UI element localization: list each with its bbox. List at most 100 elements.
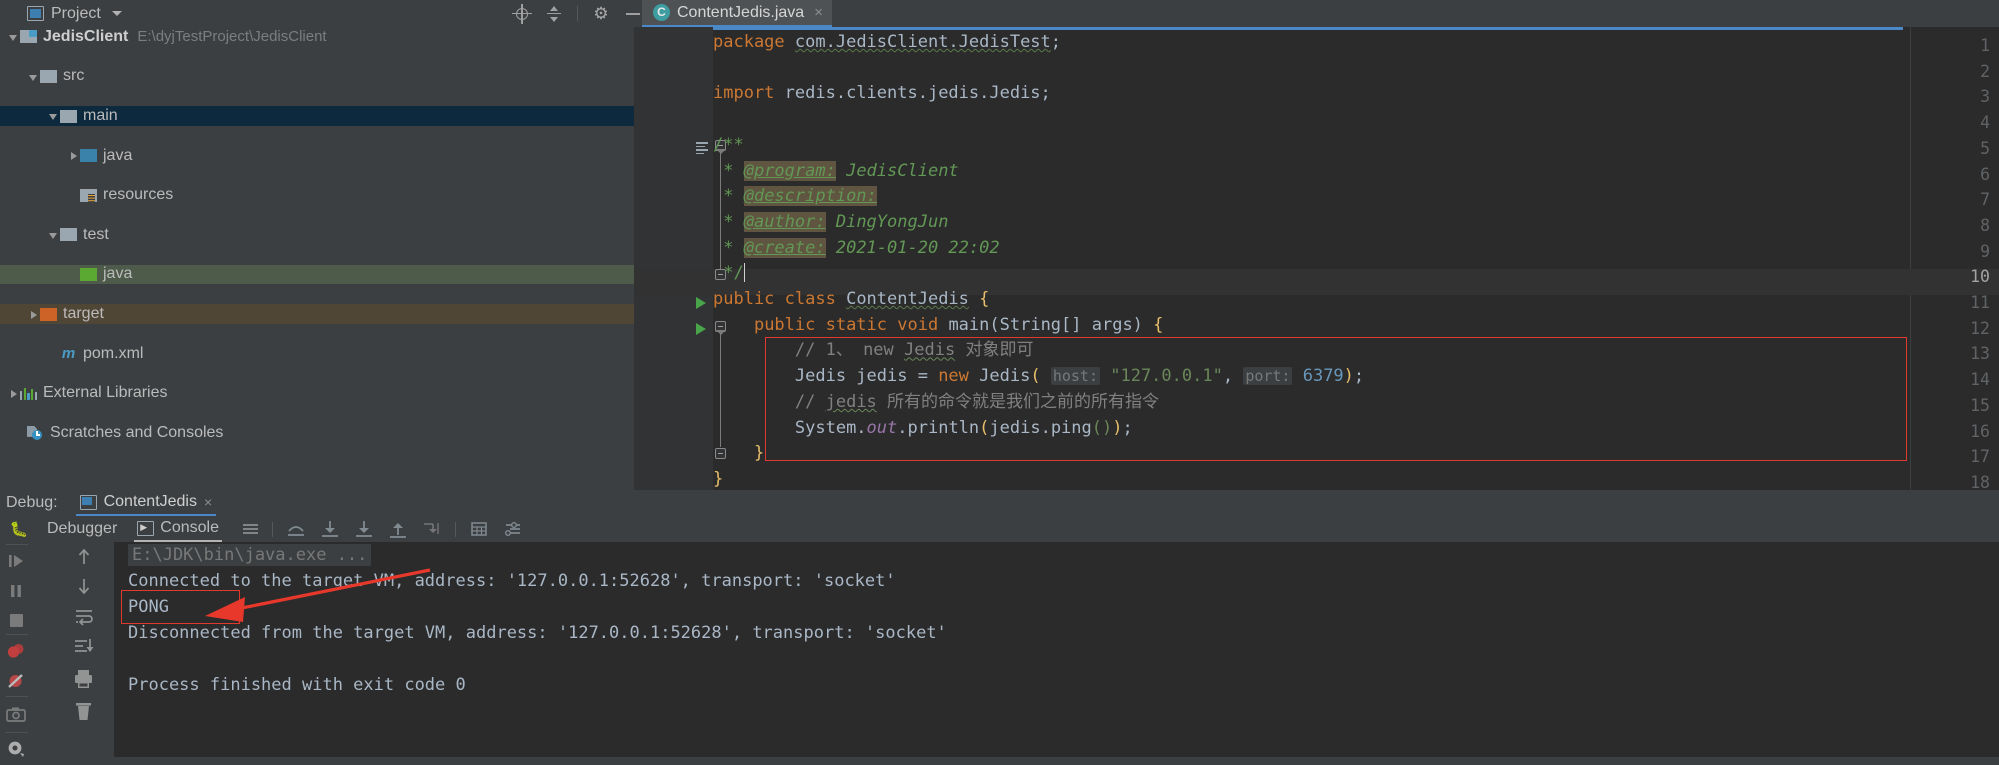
expand-arrow-icon[interactable] [47,110,60,123]
code-line-3[interactable]: import redis.clients.jedis.Jedis; [713,81,1051,107]
tree-item-test[interactable]: test [0,225,634,245]
hide-icon[interactable] [624,5,642,23]
step-into-icon[interactable] [353,519,375,539]
code-line-5[interactable]: /** [713,133,744,159]
scroll-to-end-icon[interactable] [72,636,98,658]
project-panel-title-group[interactable]: Project [27,5,122,23]
soft-wrap-icon[interactable] [72,606,98,628]
expand-arrow-icon[interactable] [7,30,20,43]
tree-item-label: target [63,305,104,323]
run-main-method-icon[interactable] [696,323,706,335]
tree-item-test-java[interactable]: java [0,264,634,285]
tab-debugger[interactable]: Debugger [44,516,120,542]
code-line-9[interactable]: * @create: 2021-01-20 22:02 [713,236,1000,262]
scroll-down-icon[interactable] [72,575,98,597]
code-line-15[interactable]: // jedis 所有的命令就是我们之前的所有指令 [713,390,1159,416]
line-number: 4 [1980,113,1990,133]
tree-item-external-libraries[interactable]: External Libraries [0,383,634,403]
collapse-arrow-icon[interactable] [7,387,20,400]
code-line-18[interactable]: } [713,467,723,493]
tree-item-pom-xml[interactable]: m pom.xml [0,344,634,364]
scroll-up-icon[interactable] [72,546,98,568]
step-out-icon[interactable] [285,519,307,539]
run-to-cursor-icon[interactable] [421,519,443,539]
pause-program-icon[interactable] [4,580,30,602]
right-margin-guide [1910,27,1911,490]
code-line-17[interactable]: } [713,441,764,467]
console-icon [137,520,155,536]
mute-breakpoints-icon[interactable] [4,670,30,692]
toolbar-divider [6,732,28,733]
evaluate-icon[interactable] [468,519,490,539]
folder-gray-icon [60,109,77,123]
menu-icon[interactable] [240,519,262,539]
run-class-icon[interactable] [696,297,706,309]
stop-icon[interactable] [4,610,30,632]
javadoc-gutter-icon[interactable] [696,142,710,155]
collapse-arrow-icon[interactable] [27,308,40,321]
force-step-into-icon[interactable] [387,519,409,539]
tree-item-scratches-and-consoles[interactable]: Scratches and Consoles [0,423,634,443]
line-number: 16 [1970,421,1990,441]
settings-list-icon[interactable] [502,519,524,539]
line-number: 3 [1980,87,1990,107]
code-line-1[interactable]: package com.JedisClient.JedisTest; [713,30,1061,56]
no-arrow-spacer [47,347,60,360]
resume-program-icon[interactable] [4,550,30,572]
code-line-8[interactable]: * @author: DingYongJun [713,210,948,236]
settings-gear-icon[interactable]: ⚙ [592,4,610,23]
line-number: 11 [1970,293,1990,312]
view-breakpoints-icon[interactable] [4,640,30,662]
line-number: 9 [1980,241,1990,261]
tab-console[interactable]: Console [134,516,222,542]
close-icon[interactable]: × [814,4,823,21]
code-line-13[interactable]: // 1、 new Jedis 对象即可 [713,338,1034,364]
code-line-16[interactable]: System.out.println(jedis.ping()); [713,416,1133,442]
code-line-11[interactable]: public class ContentJedis { [713,287,989,313]
step-over-icon[interactable] [319,519,341,539]
camera-icon[interactable] [4,704,30,726]
tree-item-label: resources [103,186,174,204]
close-icon[interactable]: × [204,494,212,510]
code-line-14[interactable]: Jedis jedis = new Jedis( host: "127.0.0.… [713,364,1364,390]
collapse-all-icon[interactable] [545,5,563,23]
code-line-7[interactable]: * @description: [713,184,877,210]
no-arrow-spacer [67,189,80,202]
debug-session-tab[interactable]: ContentJedis × [75,490,217,516]
debug-label: Debug: [6,494,58,511]
code-line-10[interactable]: */ [713,261,746,287]
tree-item-jedisclient[interactable]: JedisClient E:\dyjTestProject\JedisClien… [0,27,634,47]
chevron-down-icon[interactable] [111,11,122,16]
folder-test-green-icon [80,267,97,281]
debug-left-toolbar-col1 [0,542,58,757]
clear-all-icon[interactable] [72,700,98,722]
console-output[interactable]: E:\JDK\bin\java.exe ... Connected to the… [114,542,1999,757]
scratches-icon [27,426,44,440]
project-panel-title: Project [51,4,101,22]
tree-item-label: src [63,67,85,85]
top-bar: Project ⚙ C ContentJedis.java × [0,0,1999,27]
tree-item-resources[interactable]: resources [0,185,634,205]
libraries-icon [20,387,37,400]
locate-icon[interactable] [512,3,532,24]
tree-item-target[interactable]: target [0,304,634,324]
fold-gutter[interactable] [695,27,713,490]
line-number: 8 [1980,215,1990,235]
expand-arrow-icon[interactable] [27,70,40,83]
debug-session-icon [79,494,97,510]
tree-item-main[interactable]: main [0,106,634,126]
line-number: 15 [1970,395,1990,415]
intellij-idea-window: Project ⚙ C ContentJedis.java × JedisCli… [0,0,1999,757]
editor-tab-contentjedis[interactable]: C ContentJedis.java × [642,0,832,27]
tree-item-src[interactable]: src [0,67,634,87]
tree-item-label: JedisClient [43,27,129,45]
print-icon[interactable] [72,668,98,690]
code-editor[interactable]: 1 2 3 4 5 6 7 8 9 10 11 12 13 14 15 16 1… [634,27,1999,493]
expand-arrow-icon[interactable] [47,228,60,241]
code-line-6[interactable]: * @program: JedisClient [713,159,959,185]
collapse-arrow-icon[interactable] [67,149,80,162]
code-line-12[interactable]: public static void main(String[] args) { [713,313,1163,339]
pong-highlight-box [121,590,240,624]
tree-item-main-java[interactable]: java [0,146,634,166]
line-number: 1 [1980,36,1990,55]
